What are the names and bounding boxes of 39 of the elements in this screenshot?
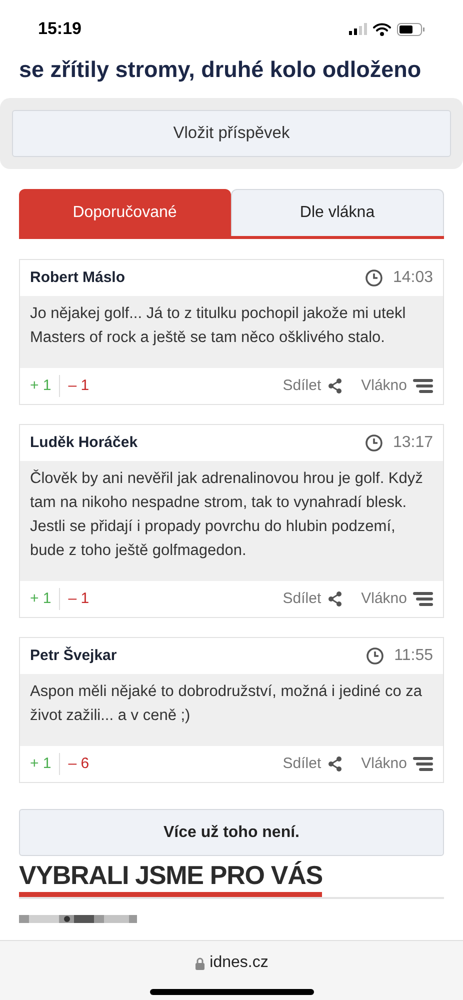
no-more-button[interactable]: Více už toho není. [19, 809, 444, 856]
menu-lines-icon [413, 378, 433, 394]
comment-body: Jo nějakej golf... Já to z titulku pochopil jakože mi utekl Masters of rock a ještě se tam něco ošklivého stalo. [20, 296, 443, 368]
comment-time: 11:55 [394, 646, 433, 666]
clock-icon [364, 434, 383, 452]
post-comment-button[interactable]: Vložit příspěvek [12, 110, 451, 157]
article-headline: se zřítily stromy, druhé kolo odloženo [18, 58, 422, 82]
tab[interactable]: Doporučované [19, 189, 230, 236]
comment-time: 14:03 [392, 268, 433, 288]
tab[interactable]: Dle vlákna [230, 189, 444, 236]
menu-lines-icon [413, 756, 433, 772]
downvote-button[interactable]: – 1 [60, 588, 90, 610]
thread-button[interactable]: Vlákno [361, 752, 433, 776]
menu-lines-icon [413, 591, 433, 607]
share-icon [327, 756, 344, 772]
clock-icon [364, 269, 383, 287]
status-time: 15:19 [38, 18, 82, 40]
share-button[interactable]: Sdílet [282, 588, 344, 610]
share-button[interactable]: Sdílet [282, 374, 344, 398]
comment-time: 13:17 [392, 433, 433, 453]
downvote-button[interactable]: – 1 [60, 374, 90, 398]
thread-button[interactable]: Vlákno [361, 588, 433, 610]
share-icon [327, 378, 344, 394]
section-heading: VYBRALI JSME PRO VÁS [19, 858, 322, 897]
signal-icon [349, 23, 367, 35]
comment-author[interactable]: Petr Švejkar [30, 644, 117, 668]
thread-button[interactable]: Vlákno [361, 374, 433, 398]
share-button[interactable]: Sdílet [282, 752, 344, 776]
comment-author[interactable]: Robert Máslo [30, 266, 126, 290]
share-icon [327, 591, 344, 607]
lock-icon [194, 956, 205, 970]
comment-body: Člověk by ani nevěřil jak adrenalinovou hrou je golf. Když tam na nikoho nespadne strom, tak to vynahradí blesk. Jestli se přidají i propady povrchu do hlubin podzemí, bude z toho ještě golfmagedon. [20, 461, 443, 581]
wifi-icon [373, 22, 391, 36]
clock-icon [366, 647, 384, 665]
downvote-button[interactable]: – 6 [60, 752, 90, 776]
battery-icon [397, 22, 425, 36]
comment-body: Aspon měli nějaké to dobrodružství, možná i jediné co za život zažili... a v ceně ;) [20, 674, 443, 746]
url-button[interactable]: idnes.cz [194, 951, 268, 975]
comment-author[interactable]: Luděk Horáček [30, 432, 138, 454]
